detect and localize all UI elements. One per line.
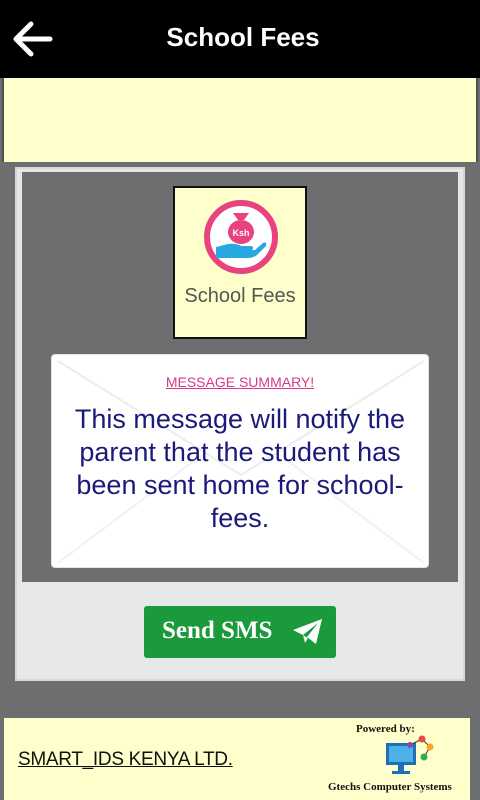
- footer: SMART_IDS KENYA LTD. Powered by: Gtechs …: [4, 718, 470, 800]
- school-fees-tile[interactable]: Ksh School Fees: [173, 186, 307, 339]
- paper-plane-icon: [293, 619, 322, 644]
- header-band: [2, 78, 478, 162]
- app-bar: School Fees: [0, 0, 480, 78]
- page-title: School Fees: [166, 22, 320, 52]
- company-link[interactable]: SMART_IDS KENYA LTD.: [18, 749, 233, 771]
- svg-text:Ksh: Ksh: [232, 228, 249, 238]
- message-summary-text: This message will notify the parent that…: [74, 404, 406, 533]
- money-bag-hand-icon: Ksh: [204, 200, 278, 274]
- brand-name: Gtechs Computer Systems: [328, 781, 452, 793]
- send-sms-button[interactable]: Send SMS: [144, 606, 336, 658]
- gtechs-logo-icon: [386, 735, 434, 774]
- school-fees-label: School Fees: [184, 285, 296, 307]
- send-sms-label: Send SMS: [162, 617, 273, 644]
- message-summary-card: MESSAGE SUMMARY! This message will notif…: [51, 354, 429, 568]
- message-summary-heading: MESSAGE SUMMARY!: [165, 374, 315, 390]
